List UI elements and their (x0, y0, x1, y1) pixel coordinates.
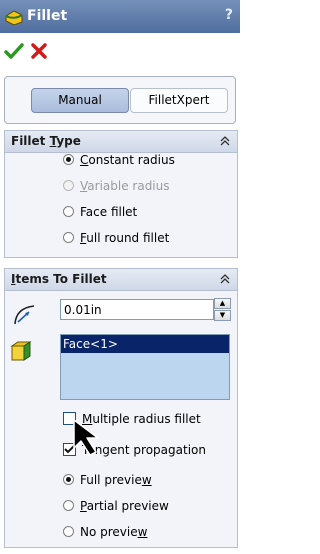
partial-preview-option[interactable]: Partial preview (63, 497, 169, 515)
radius-input[interactable] (60, 299, 214, 320)
fillet-property-manager: Fillet ? Manual FilletXpert Fillet Type … (0, 0, 240, 554)
items-to-fillet-title: Items To Fillet (11, 272, 107, 286)
variable-radius-option: Variable radius (63, 177, 170, 195)
filletxpert-tab[interactable]: FilletXpert (130, 88, 228, 113)
radius-spin-up[interactable]: ▲ (214, 298, 231, 309)
full-round-fillet-radio[interactable] (63, 232, 74, 243)
face-selection-list[interactable]: Face<1> (60, 334, 230, 400)
ok-button[interactable] (3, 40, 25, 62)
items-to-fillet-header[interactable]: Items To Fillet (5, 269, 237, 291)
fillet-type-header[interactable]: Fillet Type (5, 131, 237, 153)
manual-tab[interactable]: Manual (31, 88, 129, 113)
title-bar: Fillet ? (0, 0, 240, 33)
full-preview-radio[interactable] (63, 474, 74, 485)
constant-radius-radio[interactable] (63, 154, 74, 165)
double-chevron-up-icon[interactable] (219, 135, 231, 147)
radius-spin-down[interactable]: ▼ (214, 310, 231, 321)
no-preview-radio[interactable] (63, 526, 74, 537)
arrow-cursor-icon (73, 419, 99, 456)
radius-arc-icon (14, 305, 35, 325)
help-icon[interactable]: ? (225, 7, 233, 23)
double-chevron-up-icon[interactable] (219, 273, 231, 285)
partial-preview-radio[interactable] (63, 500, 74, 511)
fillet-type-title: Fillet Type (11, 134, 81, 148)
face-fillet-option[interactable]: Face fillet (63, 203, 137, 221)
fillet-feature-icon (5, 10, 23, 26)
constant-radius-option[interactable]: Constant radius (63, 151, 175, 169)
no-preview-option[interactable]: No preview (63, 523, 147, 541)
full-preview-option[interactable]: Full preview (63, 471, 152, 489)
window-title: Fillet (27, 8, 68, 24)
face-fillet-radio[interactable] (63, 206, 74, 217)
cancel-button[interactable] (28, 40, 50, 62)
full-round-fillet-option[interactable]: Full round fillet (63, 229, 169, 247)
list-item[interactable]: Face<1> (61, 335, 229, 353)
face-selection-icon (10, 341, 32, 361)
variable-radius-radio (63, 180, 74, 191)
